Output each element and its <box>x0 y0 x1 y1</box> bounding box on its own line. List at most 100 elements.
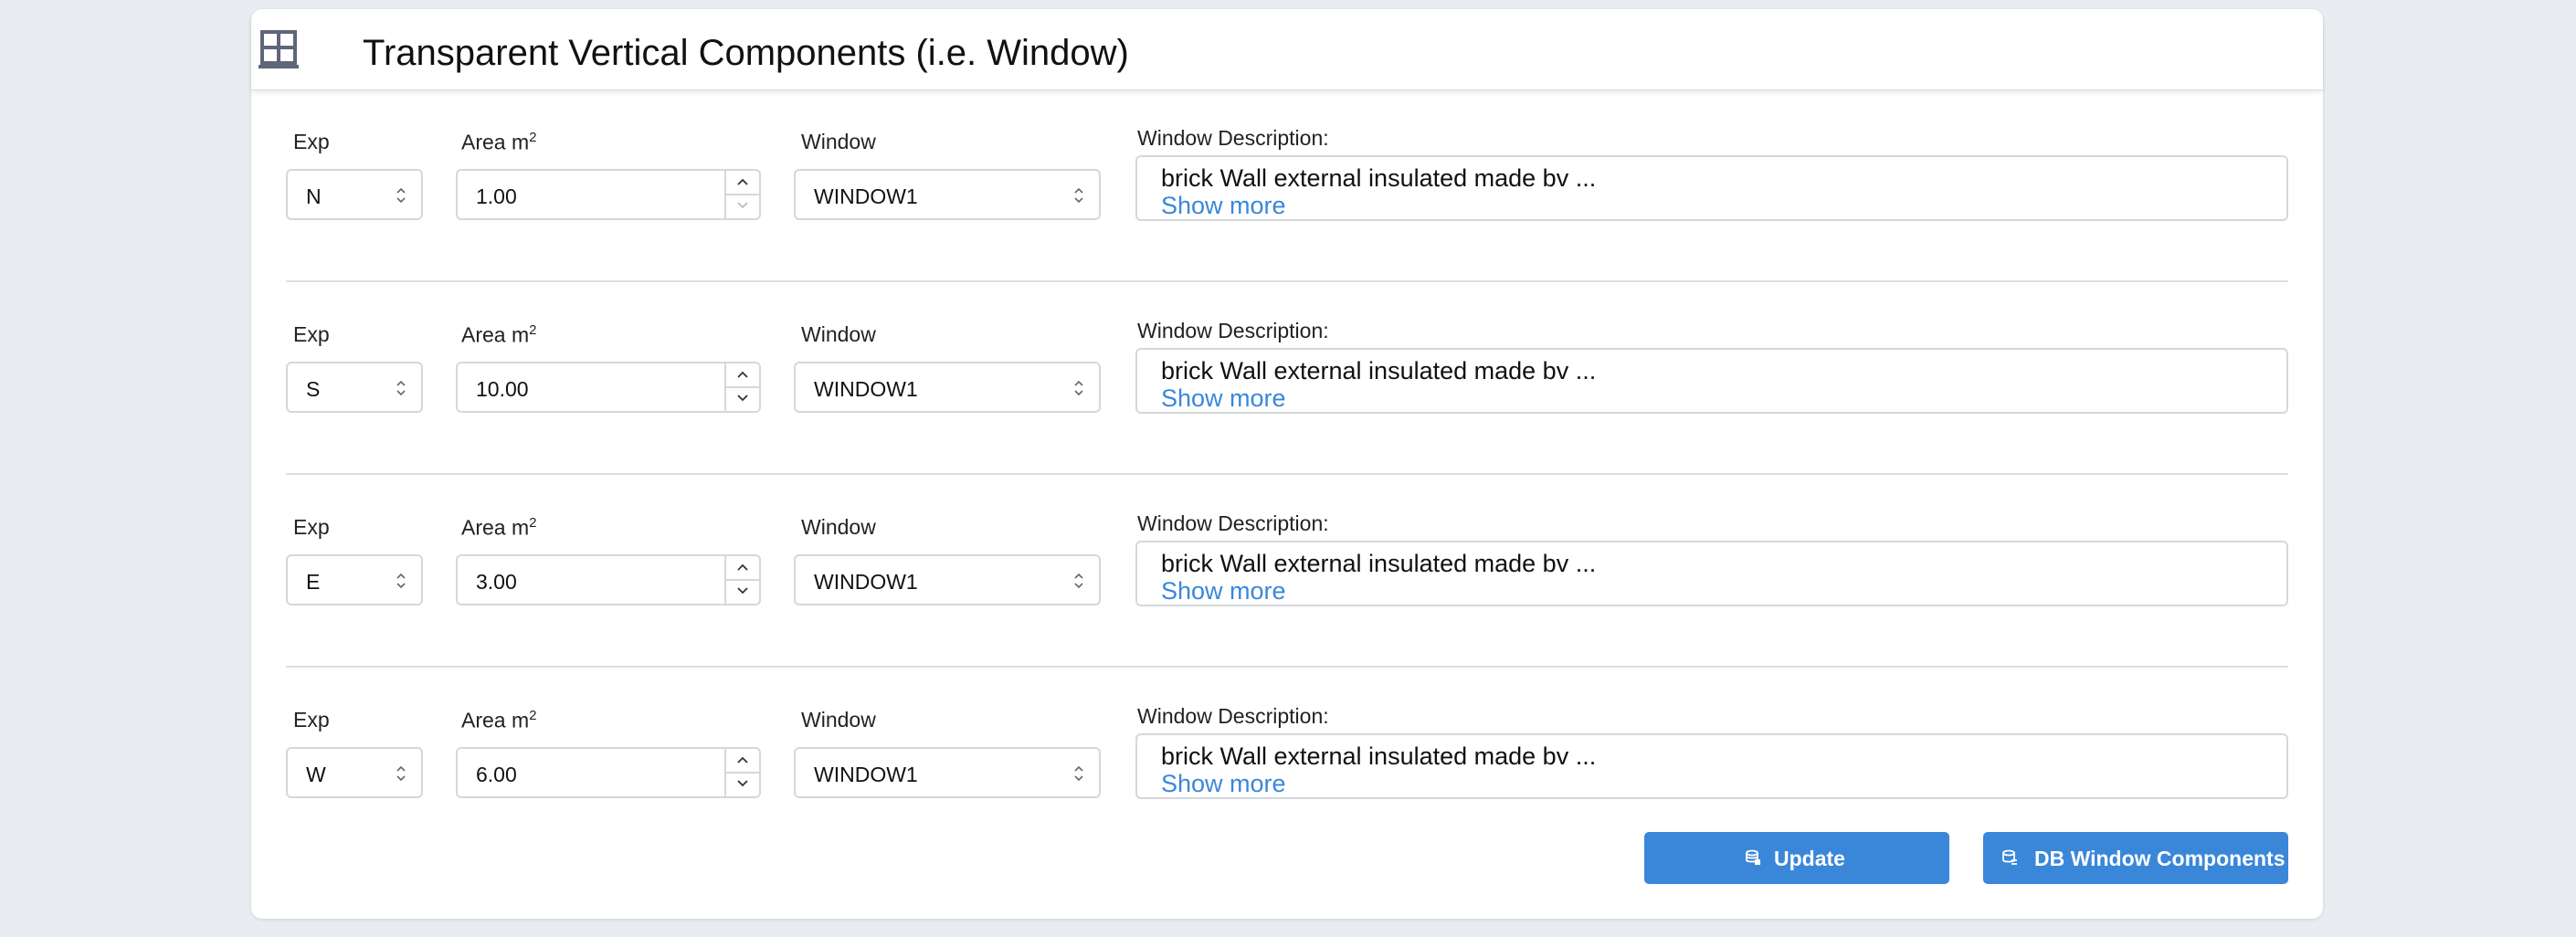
area-value: 3.00 <box>476 570 517 594</box>
increment-button[interactable] <box>726 556 759 580</box>
show-more-link[interactable]: Show more <box>1161 384 1286 413</box>
window-select[interactable]: WINDOW1 <box>794 362 1101 413</box>
chevron-up-icon <box>737 756 748 763</box>
description-label: Window Description: <box>1137 511 1329 535</box>
description-text: brick Wall external insulated made bv ..… <box>1161 164 1597 192</box>
exp-value: W <box>306 763 326 786</box>
window-select[interactable]: WINDOW1 <box>794 747 1101 798</box>
decrement-button[interactable] <box>726 580 759 604</box>
chevron-up-icon <box>737 178 748 185</box>
exp-value: S <box>306 377 321 401</box>
area-spinner <box>724 556 759 604</box>
area-spinner <box>724 749 759 796</box>
exp-select[interactable]: E <box>286 554 423 605</box>
window-description: brick Wall external insulated made bv ..… <box>1135 155 2288 221</box>
window-row: Exp Area m2 Window Window Description: N… <box>286 89 2288 282</box>
show-more-link[interactable]: Show more <box>1161 770 1286 798</box>
decrement-button[interactable] <box>726 387 759 411</box>
select-arrows-icon <box>396 573 406 589</box>
window-select[interactable]: WINDOW1 <box>794 554 1101 605</box>
window-row: Exp Area m2 Window Window Description: E… <box>286 475 2288 668</box>
window-label: Window <box>801 322 876 346</box>
window-value: WINDOW1 <box>814 377 918 401</box>
area-label-sup: 2 <box>529 130 537 145</box>
window-components-panel: Transparent Vertical Components (i.e. Wi… <box>251 9 2323 919</box>
chevron-down-icon <box>737 202 748 209</box>
description-text: brick Wall external insulated made bv ..… <box>1161 357 1597 384</box>
area-spinner <box>724 363 759 411</box>
database-icon <box>1746 849 1760 865</box>
window-label: Window <box>801 708 876 732</box>
chevron-down-icon <box>737 587 748 595</box>
exp-value: N <box>306 184 322 208</box>
chevron-down-icon <box>737 395 748 402</box>
db-window-components-button[interactable]: DB Window Components <box>1983 832 2288 884</box>
window-description: brick Wall external insulated made bv ..… <box>1135 541 2288 606</box>
description-label: Window Description: <box>1137 126 1329 150</box>
update-button-label: Update <box>1774 847 1845 870</box>
exp-label: Exp <box>293 130 330 153</box>
window-row: Exp Area m2 Window Window Description: S… <box>286 282 2288 475</box>
area-label: Area m2 <box>461 515 536 541</box>
exp-label: Exp <box>293 515 330 539</box>
description-text: brick Wall external insulated made bv ..… <box>1161 742 1597 770</box>
window-value: WINDOW1 <box>814 184 918 208</box>
window-label: Window <box>801 515 876 539</box>
area-label-text: Area m <box>461 130 530 154</box>
select-arrows-icon <box>396 187 406 204</box>
exp-label: Exp <box>293 322 330 346</box>
window-value: WINDOW1 <box>814 763 918 786</box>
chevron-up-icon <box>737 563 748 571</box>
panel-title: Transparent Vertical Components (i.e. Wi… <box>363 33 1129 73</box>
exp-label: Exp <box>293 708 330 732</box>
window-grid-icon <box>259 30 299 68</box>
select-arrows-icon <box>396 765 406 782</box>
show-more-link[interactable]: Show more <box>1161 192 1286 220</box>
description-label: Window Description: <box>1137 704 1329 728</box>
area-label-text: Area m <box>461 322 530 347</box>
decrement-button[interactable] <box>726 195 759 218</box>
window-description: brick Wall external insulated made bv ..… <box>1135 733 2288 799</box>
window-label: Window <box>801 130 876 153</box>
area-label-sup: 2 <box>529 322 537 338</box>
chevron-up-icon <box>737 371 748 378</box>
exp-select[interactable]: W <box>286 747 423 798</box>
area-input[interactable]: 10.00 <box>456 362 761 413</box>
area-input[interactable]: 6.00 <box>456 747 761 798</box>
area-input[interactable]: 1.00 <box>456 169 761 220</box>
select-arrows-icon <box>1074 380 1083 396</box>
increment-button[interactable] <box>726 749 759 773</box>
select-arrows-icon <box>1074 573 1083 589</box>
exp-select[interactable]: N <box>286 169 423 220</box>
select-arrows-icon <box>1074 187 1083 204</box>
update-button[interactable]: Update <box>1644 832 1949 884</box>
area-label-text: Area m <box>461 708 530 732</box>
decrement-button[interactable] <box>726 773 759 796</box>
window-row: Exp Area m2 Window Window Description: W… <box>286 668 2288 814</box>
exp-value: E <box>306 570 321 594</box>
increment-button[interactable] <box>726 363 759 387</box>
database-list-icon <box>2002 849 2017 865</box>
exp-select[interactable]: S <box>286 362 423 413</box>
area-label-sup: 2 <box>529 708 537 723</box>
db-button-label: DB Window Components <box>2034 847 2286 870</box>
area-input[interactable]: 3.00 <box>456 554 761 605</box>
area-value: 1.00 <box>476 184 517 208</box>
area-value: 10.00 <box>476 377 529 401</box>
window-select[interactable]: WINDOW1 <box>794 169 1101 220</box>
window-description: brick Wall external insulated made bv ..… <box>1135 348 2288 414</box>
area-label: Area m2 <box>461 708 536 733</box>
select-arrows-icon <box>1074 765 1083 782</box>
area-spinner <box>724 171 759 218</box>
area-label: Area m2 <box>461 130 536 155</box>
area-label: Area m2 <box>461 322 536 348</box>
select-arrows-icon <box>396 380 406 396</box>
area-value: 6.00 <box>476 763 517 786</box>
window-value: WINDOW1 <box>814 570 918 594</box>
description-label: Window Description: <box>1137 319 1329 342</box>
chevron-down-icon <box>737 780 748 787</box>
increment-button[interactable] <box>726 171 759 195</box>
panel-header: Transparent Vertical Components (i.e. Wi… <box>251 9 2323 90</box>
description-text: brick Wall external insulated made bv ..… <box>1161 550 1597 577</box>
show-more-link[interactable]: Show more <box>1161 577 1286 605</box>
